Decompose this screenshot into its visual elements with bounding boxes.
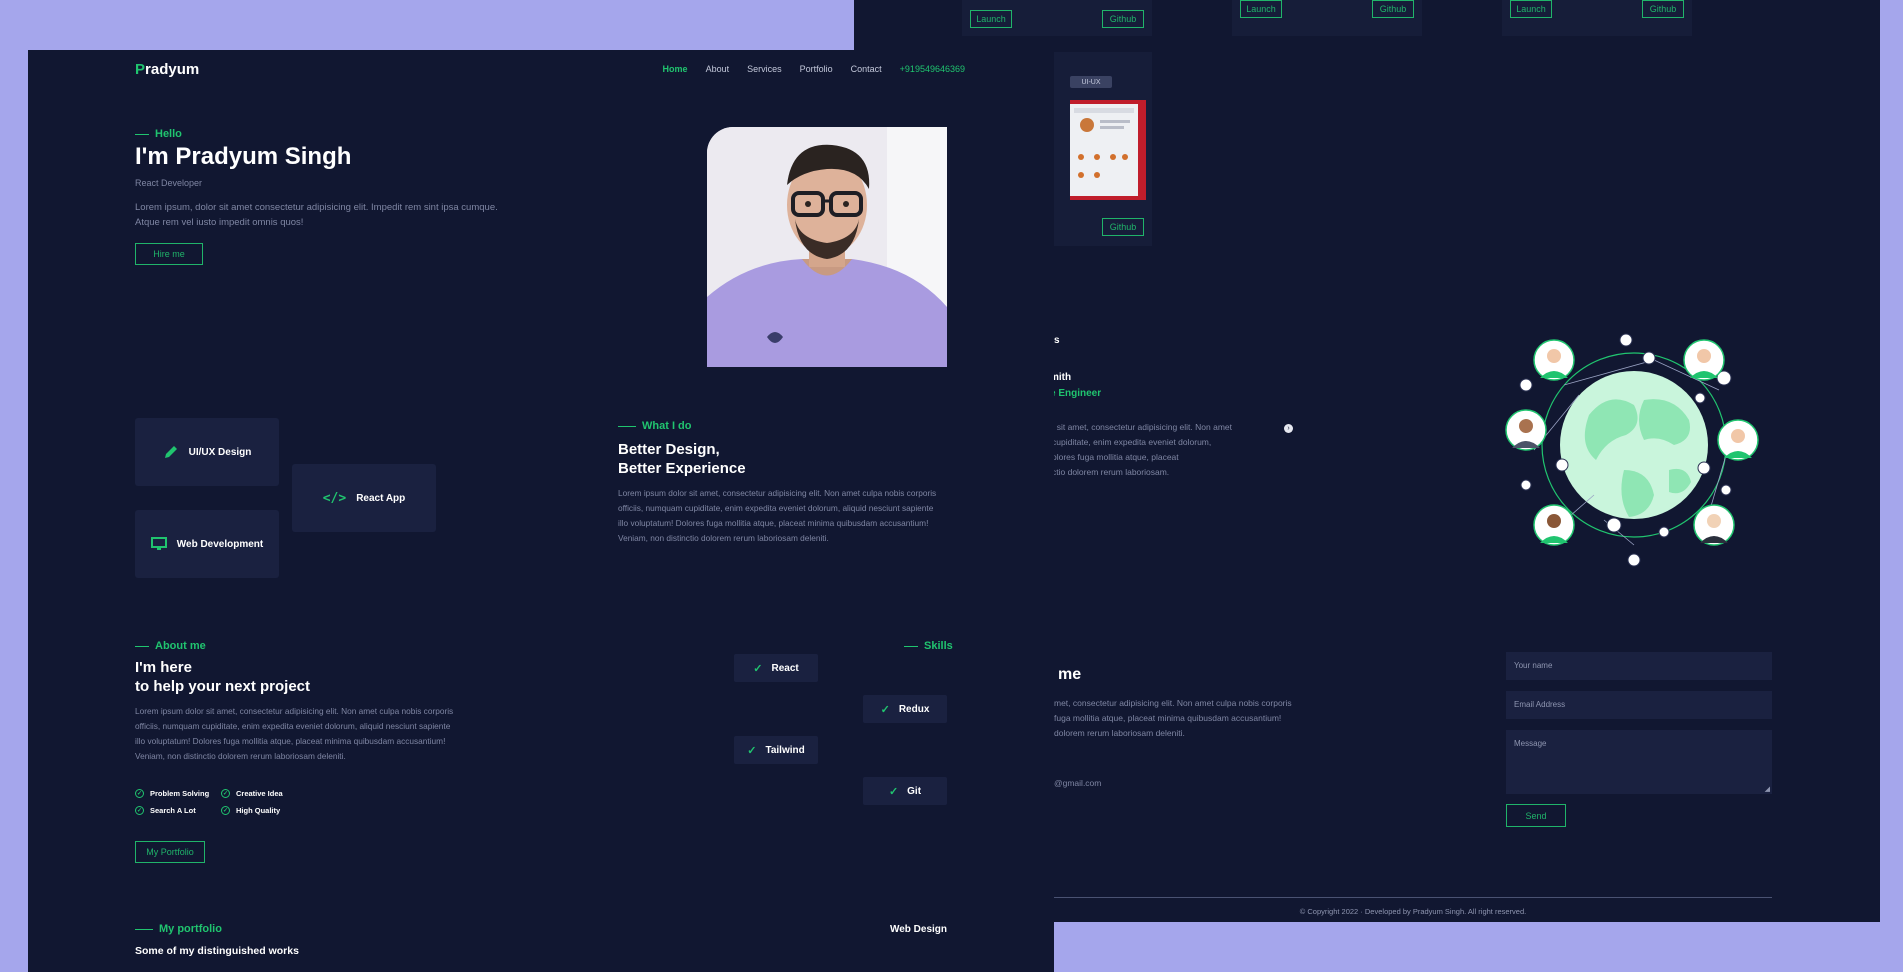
github-button[interactable]: Github	[1102, 218, 1144, 236]
testimonials-heading: s	[1054, 335, 1060, 346]
check-icon: ✓	[888, 785, 899, 798]
check-circle-icon: ✓	[221, 806, 230, 815]
check-icon: ✓	[880, 703, 890, 716]
services-title: Better Design, Better Experience	[618, 441, 746, 477]
phone-link[interactable]: +919549646369	[900, 64, 965, 74]
feature-item: ✓ Problem Solving	[135, 789, 210, 798]
check-icon: ✓	[753, 662, 763, 675]
project-card: Launch Github	[1502, 0, 1692, 36]
skill-git: ✓ Git	[863, 777, 947, 805]
launch-button[interactable]: Launch	[970, 10, 1012, 28]
footer-copyright: © Copyright 2022 · Developed by Pradyum …	[1299, 907, 1527, 916]
check-circle-icon: ✓	[135, 806, 144, 815]
skill-react: ✓ React	[734, 654, 818, 682]
service-card-react[interactable]: </> React App	[292, 464, 436, 532]
hero-greeting: Hello	[135, 128, 182, 140]
nav-menu: Home About Services Portfolio Contact +9…	[663, 64, 965, 74]
nav-contact[interactable]: Contact	[851, 64, 882, 74]
skills-label: Skills	[904, 640, 953, 652]
project-tag: UI-UX	[1070, 76, 1112, 88]
portfolio-subtitle: Some of my distinguished works	[135, 945, 299, 957]
portfolio-filter-web-design[interactable]: Web Design	[890, 924, 947, 935]
project-thumbnail	[1070, 100, 1146, 200]
profile-photo	[707, 127, 947, 367]
about-label: About me	[135, 640, 206, 652]
nav-services[interactable]: Services	[747, 64, 782, 74]
testimonial-role: e Engineer	[1050, 388, 1102, 399]
resize-handle[interactable]: ◢	[1765, 785, 1770, 793]
services-label: What I do	[618, 420, 692, 432]
globe-illustration	[1504, 320, 1764, 580]
launch-button[interactable]: Launch	[1240, 0, 1282, 18]
skill-redux: ✓ Redux	[863, 695, 947, 723]
arrow-right-circle-icon[interactable]: ›	[1284, 424, 1293, 433]
monitor-icon	[150, 536, 167, 552]
about-title: I'm here to help your next project	[135, 659, 311, 695]
check-circle-icon: ✓	[135, 789, 144, 798]
my-portfolio-button[interactable]: My Portfolio	[135, 841, 205, 863]
launch-button[interactable]: Launch	[1510, 0, 1552, 18]
message-field[interactable]: Message ◢	[1506, 730, 1772, 794]
about-text: Lorem ipsum dolor sit amet, consectetur …	[135, 706, 454, 761]
project-card: Launch Github	[962, 0, 1152, 36]
nav-home[interactable]: Home	[663, 64, 688, 74]
hire-me-button[interactable]: Hire me	[135, 243, 203, 265]
skill-tailwind: ✓ Tailwind	[734, 736, 818, 764]
service-card-web[interactable]: Web Development	[135, 510, 279, 578]
code-icon: </>	[322, 490, 347, 506]
email-field[interactable]: Email Address	[1506, 691, 1772, 719]
feature-item: ✓ High Quality	[221, 806, 281, 815]
github-button[interactable]: Github	[1372, 0, 1414, 18]
hero-title: I'm Pradyum Singh	[135, 143, 352, 170]
check-icon: ✓	[747, 744, 757, 757]
github-button[interactable]: Github	[1642, 0, 1684, 18]
feature-item: ✓ Search A Lot	[135, 806, 196, 815]
services-text: Lorem ipsum dolor sit amet, consectetur …	[618, 488, 937, 543]
logo[interactable]: Pradyum	[135, 61, 199, 78]
portfolio-label: My portfolio	[135, 923, 222, 935]
name-field[interactable]: Your name	[1506, 652, 1772, 680]
hero-description: Lorem ipsum, dolor sit amet consectetur …	[135, 202, 498, 228]
portfolio-page: Pradyum Home About Services Portfolio Co…	[28, 50, 1054, 972]
hero-role: React Developer	[135, 178, 203, 188]
nav-portfolio[interactable]: Portfolio	[800, 64, 833, 74]
send-button[interactable]: Send	[1506, 804, 1566, 827]
project-card: Launch Github	[1232, 0, 1422, 36]
service-card-uiux[interactable]: UI/UX Design	[135, 418, 279, 486]
check-circle-icon: ✓	[221, 789, 230, 798]
testimonial-text: . sit amet, consectetur adipisicing elit…	[1052, 422, 1232, 477]
contact-email[interactable]: @gmail.com	[1054, 778, 1101, 788]
feature-item: ✓ Creative Idea	[221, 789, 283, 798]
footer-divider	[1054, 897, 1772, 898]
nav-about[interactable]: About	[706, 64, 730, 74]
contact-text: met, consectetur adipisicing elit. Non a…	[1054, 698, 1292, 738]
contact-heading: me	[1058, 666, 1082, 683]
pencil-icon	[163, 444, 179, 460]
github-button[interactable]: Github	[1102, 10, 1144, 28]
